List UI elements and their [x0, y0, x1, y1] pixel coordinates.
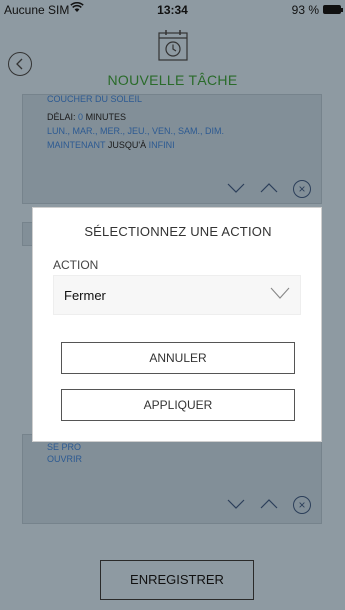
- card-actions: ×: [217, 493, 311, 514]
- period-end: INFINI: [148, 140, 175, 150]
- chevron-up-icon[interactable]: [260, 493, 278, 514]
- close-circle-icon[interactable]: ×: [293, 180, 311, 198]
- header: NOUVELLE TÂCHE: [0, 20, 345, 94]
- action-select[interactable]: Fermer: [53, 275, 301, 315]
- task-card[interactable]: COUCHER DU SOLEIL DÉLAI: 0 MINUTES LUN.,…: [22, 94, 322, 204]
- page-title: NOUVELLE TÂCHE: [107, 72, 238, 88]
- status-bar: Aucune SIM 13:34 93 %: [0, 0, 345, 20]
- chevron-down-icon[interactable]: [227, 493, 245, 514]
- action-label: ACTION: [53, 258, 99, 272]
- trigger-text: COUCHER DU SOLEIL: [47, 94, 143, 104]
- close-circle-icon[interactable]: ×: [293, 496, 311, 514]
- save-button[interactable]: ENREGISTRER: [100, 560, 254, 600]
- task-card[interactable]: SE PRO OUVRIR ×: [22, 434, 322, 524]
- chevron-up-icon[interactable]: [260, 177, 278, 198]
- card-actions: ×: [217, 177, 311, 198]
- battery-percent: 93 %: [291, 3, 319, 17]
- chevron-left-icon: [16, 58, 23, 70]
- delay-unit: MINUTES: [85, 112, 127, 122]
- days-row: LUN., MAR., MER., JEU., VEN., SAM., DIM.: [47, 126, 225, 136]
- calendar-clock-icon: [158, 30, 188, 61]
- action-text: OUVRIR: [47, 454, 83, 464]
- selected-action: Fermer: [64, 288, 106, 303]
- action-dialog: SÉLECTIONNEZ UNE ACTION ACTION Fermer AN…: [32, 207, 322, 442]
- delay-value: 0: [78, 112, 84, 122]
- period-row: MAINTENANT JUSQU'À INFINI: [47, 139, 175, 151]
- chevron-down-icon: [270, 287, 290, 299]
- trigger-text: SE PRO: [47, 442, 82, 452]
- delay-label: DÉLAI:: [47, 112, 76, 122]
- delay-row: DÉLAI: 0 MINUTES: [47, 111, 126, 123]
- chevron-down-icon[interactable]: [227, 177, 245, 198]
- period-start: MAINTENANT: [47, 140, 106, 150]
- dialog-title: SÉLECTIONNEZ UNE ACTION: [84, 224, 272, 239]
- period-until: JUSQU'À: [107, 140, 147, 150]
- apply-button[interactable]: APPLIQUER: [61, 389, 295, 421]
- cancel-button[interactable]: ANNULER: [61, 342, 295, 374]
- battery-icon: [323, 5, 343, 14]
